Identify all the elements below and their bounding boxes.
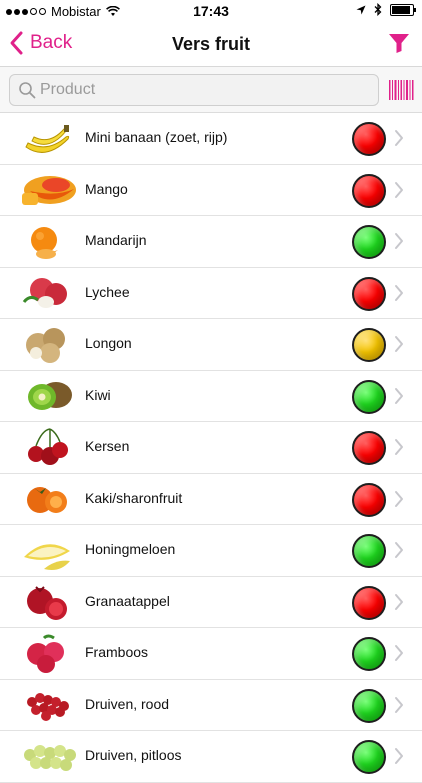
chevron-right-icon: [395, 387, 403, 404]
chevron-right-icon: [395, 439, 403, 455]
navigation-bar: Back Vers fruit: [0, 22, 422, 67]
item-label: Granaatappel: [85, 592, 170, 609]
chevron-right-icon: [395, 696, 403, 713]
chevron-right-icon: [395, 542, 403, 558]
status-light-green-icon: [352, 534, 386, 568]
list-item[interactable]: Druiven, rood: [0, 680, 422, 731]
chevron-right-icon: [395, 336, 403, 352]
search-placeholder: Product: [40, 81, 96, 98]
list-item[interactable]: Longon: [0, 319, 422, 371]
list-item[interactable]: Lychee: [0, 268, 422, 319]
item-label: Druiven, rood: [85, 695, 170, 712]
longan-icon: [26, 328, 65, 363]
mandarin-icon: [31, 227, 58, 259]
chevron-right-icon: [395, 645, 403, 661]
list-item[interactable]: Druiven, pitloos: [0, 731, 422, 783]
list-item[interactable]: Kaki/sharonfruit: [0, 474, 422, 525]
red-grapes-icon: [27, 692, 69, 721]
item-label: Druiven, pitloos: [85, 747, 182, 763]
item-label: Mini banaan (zoet, rijp): [85, 129, 228, 145]
chevron-right-icon: [395, 284, 403, 301]
status-light-red-icon: [352, 173, 386, 208]
barcode-icon[interactable]: [388, 78, 414, 102]
item-label: Honingmeloen: [85, 541, 176, 557]
cherry-icon: [28, 428, 68, 465]
search-area: Product: [0, 67, 422, 113]
item-label: Longon: [85, 335, 132, 351]
persimmon-icon: [27, 486, 67, 513]
bluetooth-icon: [374, 3, 382, 16]
page-title: Vers fruit: [171, 34, 251, 54]
status-light-red-icon: [352, 482, 386, 517]
battery-level: [392, 5, 410, 14]
list-item[interactable]: Mandarijn: [0, 216, 422, 268]
status-right: [356, 3, 416, 16]
list-item[interactable]: Kersen: [0, 422, 422, 474]
list-item[interactable]: Kiwi: [0, 371, 422, 422]
status-light-green-icon: [352, 379, 386, 414]
chevron-right-icon: [395, 490, 403, 507]
battery-icon: [390, 3, 416, 16]
search-icon: [19, 82, 36, 99]
item-label: Kersen: [85, 438, 130, 454]
kiwi-icon: [28, 381, 72, 410]
status-light-green-icon: [352, 740, 386, 774]
chevron-right-icon: [395, 593, 403, 610]
status-bar: Mobistar 17:43: [0, 0, 422, 22]
green-grapes-icon: [24, 745, 76, 771]
status-light-red-icon: [352, 276, 386, 311]
chevron-right-icon: [395, 181, 403, 198]
status-light-yellow-icon: [352, 328, 386, 362]
status-light-red-icon: [352, 122, 386, 156]
product-list: Mini banaan (zoet, rijp) Mango Mandarijn Ly…: [0, 113, 422, 783]
list-item[interactable]: Mini banaan (zoet, rijp): [0, 113, 422, 165]
item-label: Lychee: [85, 283, 130, 300]
item-label: Kiwi: [85, 386, 111, 403]
list-item[interactable]: Granaatappel: [0, 577, 422, 628]
filter-icon[interactable]: [388, 32, 410, 54]
status-light-green-icon: [352, 225, 386, 259]
list-item[interactable]: Framboos: [0, 628, 422, 680]
item-label: Mandarijn: [85, 232, 147, 248]
location-arrow-icon: [356, 5, 366, 14]
status-light-green-icon: [352, 637, 386, 671]
pomegranate-icon: [27, 585, 67, 620]
list-item[interactable]: Mango: [0, 165, 422, 216]
banana-icon: [25, 125, 70, 153]
chevron-right-icon: [395, 233, 403, 249]
list-item[interactable]: Honingmeloen: [0, 525, 422, 577]
raspberry-icon: [27, 634, 64, 673]
status-light-green-icon: [352, 688, 386, 723]
status-light-red-icon: [352, 431, 386, 465]
search-input[interactable]: Product: [9, 74, 379, 106]
mango-icon: [22, 175, 76, 205]
lychee-icon: [22, 277, 67, 308]
item-label: Kaki/sharonfruit: [85, 489, 183, 506]
item-label: Framboos: [85, 644, 149, 660]
status-light-red-icon: [352, 585, 386, 620]
item-label: Mango: [85, 180, 128, 197]
chevron-right-icon: [395, 130, 403, 146]
melon-icon: [24, 544, 70, 570]
